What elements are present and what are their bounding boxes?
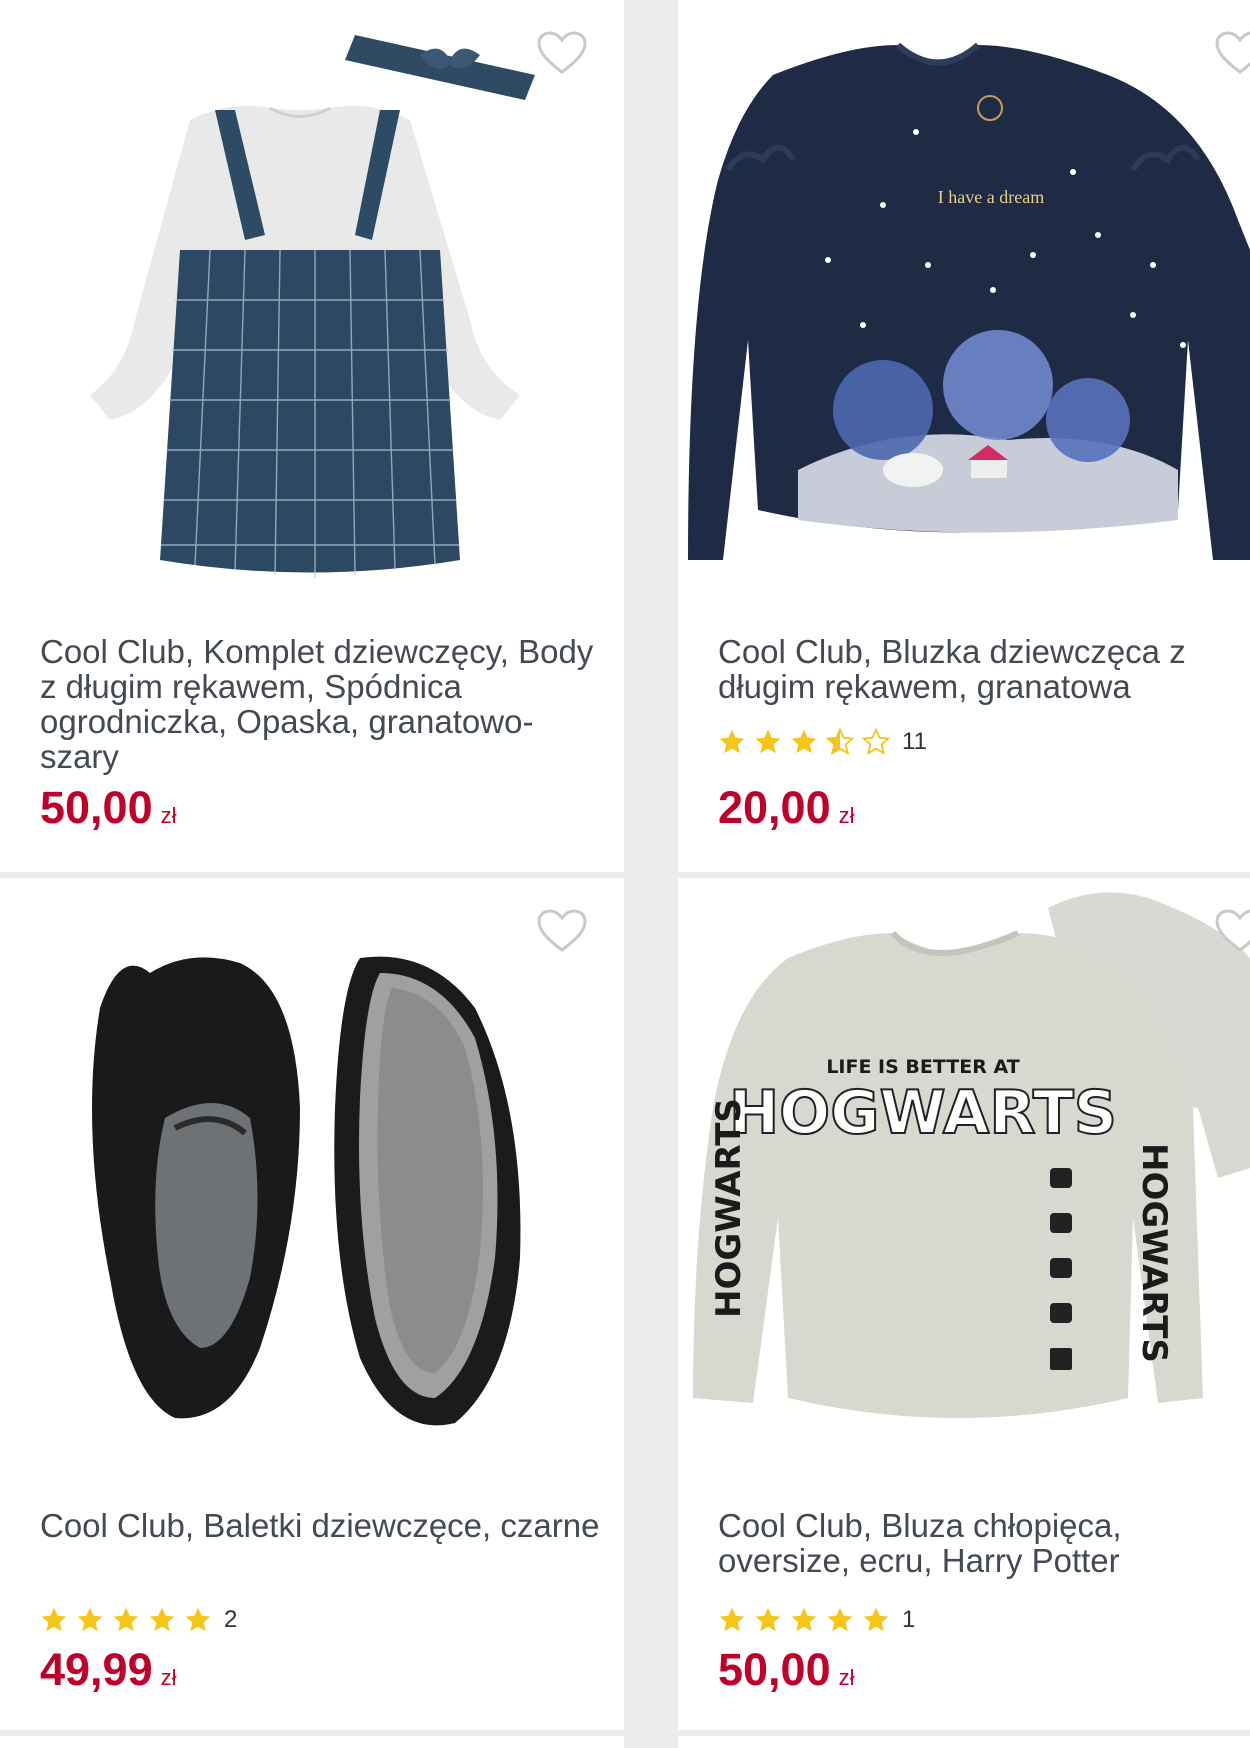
product-card[interactable]: I have a dream Cool Club, Bluzka dziewcz… <box>678 0 1250 872</box>
star-icon <box>41 1607 67 1632</box>
price-value: 50,00 <box>40 782 153 833</box>
product-card-partial[interactable] <box>0 1736 624 1748</box>
heart-outline-icon[interactable] <box>536 30 588 76</box>
price-currency: zł <box>838 803 855 828</box>
product-card[interactable]: LIFE IS BETTER AT HOGWARTS HOGWARTS HOGW… <box>678 878 1250 1730</box>
product-price: 50,00 zł <box>718 1644 855 1696</box>
sweater-image: I have a dream <box>688 42 1250 560</box>
product-card[interactable]: Cool Club, Komplet dziewczęcy, Body z dł… <box>0 0 624 872</box>
star-icon <box>77 1607 103 1632</box>
product-title[interactable]: Cool Club, Baletki dziewczęce, czarne <box>40 1508 604 1543</box>
star-icon <box>719 729 745 754</box>
product-price: 20,00 zł <box>718 782 855 834</box>
shirt-print-text: I have a dream <box>938 187 1044 207</box>
review-count: 1 <box>902 1606 916 1633</box>
product-image[interactable] <box>0 878 624 1458</box>
heart-outline-icon[interactable] <box>536 908 588 954</box>
product-title[interactable]: Cool Club, Bluzka dziewczęca z długim rę… <box>718 634 1230 704</box>
star-icon <box>755 729 781 754</box>
product-card[interactable]: Cool Club, Baletki dziewczęce, czarne 2 … <box>0 878 624 1730</box>
sleeve-print-left: HOGWARTS <box>709 1098 749 1318</box>
ballet-shoes-image <box>92 956 521 1426</box>
star-empty-icon <box>862 728 890 755</box>
star-icon <box>863 1607 889 1632</box>
star-icon <box>791 1607 817 1632</box>
star-icon <box>185 1607 211 1632</box>
price-currency: zł <box>838 1665 855 1690</box>
product-image[interactable]: I have a dream <box>678 0 1250 600</box>
star-icon <box>149 1607 175 1632</box>
review-count: 2 <box>224 1606 238 1633</box>
sleeve-print-right: HOGWARTS <box>1134 1143 1174 1363</box>
star-icon <box>755 1607 781 1632</box>
price-value: 20,00 <box>718 782 831 833</box>
print-line1: LIFE IS BETTER AT <box>826 1056 1019 1078</box>
print-line2: HOGWARTS <box>729 1078 1117 1148</box>
price-currency: zł <box>160 803 177 828</box>
star-half-icon <box>826 728 854 755</box>
headband-image <box>345 35 535 100</box>
star-icon <box>791 729 817 754</box>
star-icon <box>719 1607 745 1632</box>
product-image[interactable]: LIFE IS BETTER AT HOGWARTS HOGWARTS HOGW… <box>678 878 1250 1478</box>
price-value: 49,99 <box>40 1644 153 1695</box>
product-price: 50,00 zł <box>40 782 177 834</box>
rating-stars: 1 <box>718 1603 915 1637</box>
rating-stars: 11 <box>718 725 927 759</box>
star-icon <box>113 1607 139 1632</box>
price-currency: zł <box>160 1665 177 1690</box>
rating-stars: 2 <box>40 1603 237 1637</box>
product-card-partial[interactable] <box>678 1736 1250 1748</box>
sweatshirt-image: LIFE IS BETTER AT HOGWARTS HOGWARTS HOGW… <box>693 892 1250 1418</box>
product-title[interactable]: Cool Club, Komplet dziewczęcy, Body z dł… <box>40 634 604 774</box>
heart-outline-icon[interactable] <box>1214 30 1250 76</box>
product-price: 49,99 zł <box>40 1644 177 1696</box>
product-image[interactable] <box>0 0 624 600</box>
review-count: 11 <box>902 728 927 755</box>
price-value: 50,00 <box>718 1644 831 1695</box>
product-title[interactable]: Cool Club, Bluza chłopięca, oversize, ec… <box>718 1508 1230 1578</box>
heart-outline-icon[interactable] <box>1214 908 1250 954</box>
star-icon <box>827 1607 853 1632</box>
